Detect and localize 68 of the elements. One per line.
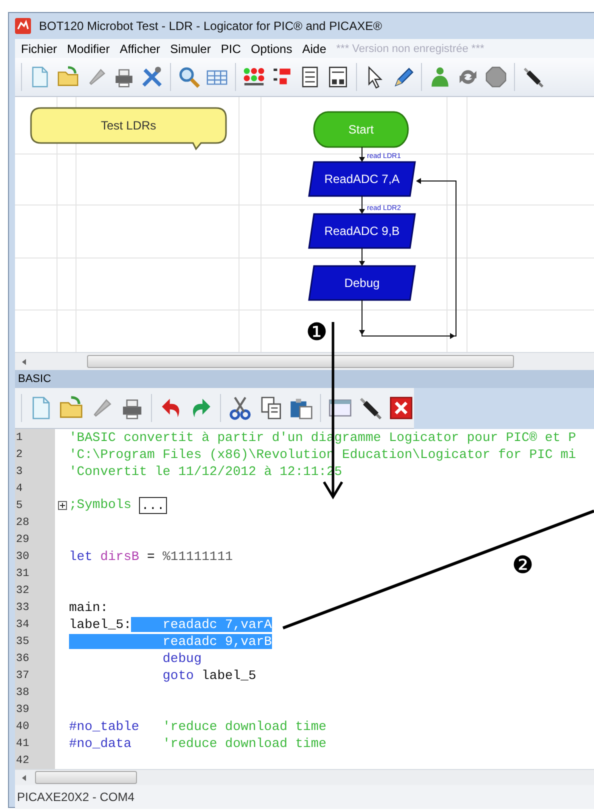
stop-sign-icon[interactable] [484, 65, 508, 89]
process-node: ReadADC 9,B [308, 213, 416, 249]
line-number: 39 [15, 704, 30, 716]
expand-icon[interactable] [58, 501, 66, 510]
line-number: 42 [15, 754, 30, 766]
comment-bubble: Test LDRs [30, 107, 227, 150]
start-node: Start [313, 111, 409, 148]
line-number: 3 [15, 466, 24, 478]
code-keyword: readadc 7,varA [131, 617, 272, 632]
code-text: label_5 [200, 668, 256, 683]
line-number: 31 [15, 568, 30, 580]
code-keyword: readadc 9,varB [69, 634, 272, 649]
code-comment: 'reduce download time [162, 736, 326, 751]
connector-arrow [359, 248, 365, 266]
menu-item[interactable]: Aide [302, 42, 326, 56]
line-number: 1 [15, 432, 24, 444]
line-number: 30 [15, 550, 30, 562]
process-node: Debug [308, 265, 416, 301]
code-keyword: debug [162, 651, 202, 666]
menu-item[interactable]: PIC [220, 42, 241, 56]
menu-item[interactable]: Afficher [120, 42, 160, 56]
line-number: 35 [15, 636, 30, 648]
code-variable: dirsB [99, 549, 140, 564]
horizontal-scrollbar[interactable] [15, 352, 594, 370]
line-number: 40 [15, 720, 30, 732]
status-text: PICAXE20X2 - COM4 [17, 790, 134, 804]
search-icon[interactable] [177, 65, 201, 89]
line-number: 28 [15, 516, 30, 528]
horizontal-scrollbar[interactable] [15, 769, 594, 785]
grid-box-icon[interactable] [326, 65, 350, 89]
line-number: 2 [15, 448, 24, 460]
code-comment: 'reduce download time [162, 719, 326, 734]
code-keyword: goto [162, 668, 194, 683]
code-text: label_5: [69, 617, 132, 632]
line-number: 4 [15, 482, 24, 494]
line-number: 33 [15, 602, 30, 614]
line-number: 38 [15, 686, 30, 698]
panel-title: BASIC [18, 373, 52, 385]
folder-icon[interactable] [56, 65, 80, 89]
close-icon[interactable] [388, 394, 414, 422]
line-number: 5 [15, 500, 24, 512]
version-notice: *** Version non enregistrée *** [336, 42, 484, 54]
app-logo-icon [15, 18, 31, 34]
line-number: 37 [15, 670, 30, 682]
line-number: 34 [15, 618, 30, 630]
connector-arrow [359, 146, 365, 162]
code-keyword: #no_table [69, 719, 140, 734]
menu-item[interactable]: Modifier [67, 42, 110, 56]
callout-number: ❶ [306, 320, 328, 344]
collapsed-block-marker[interactable]: ... [139, 497, 167, 514]
line-number: 32 [15, 584, 30, 596]
menu-item[interactable]: Options [250, 42, 292, 56]
window-title: BOT120 Microbot Test - LDR - Logicator for PIC® and PICAXE® [39, 19, 382, 33]
code-text: = [146, 549, 156, 564]
callout-number: ❷ [512, 553, 534, 577]
line-number: 36 [15, 652, 30, 664]
code-text: main: [69, 600, 108, 615]
menu-item[interactable]: Simuler [170, 42, 211, 56]
code-keyword: let [69, 549, 92, 564]
code-number: %11111111 [162, 549, 233, 564]
process-node: ReadADC 7,A [308, 161, 416, 197]
code-comment: ;Symbols [69, 497, 132, 514]
code-keyword: #no_data [69, 736, 132, 751]
connector-arrow [359, 196, 365, 214]
line-number: 41 [15, 738, 30, 750]
line-number: 29 [15, 534, 30, 546]
probe-icon[interactable] [521, 65, 545, 89]
menu-item[interactable]: Fichier [21, 42, 58, 56]
